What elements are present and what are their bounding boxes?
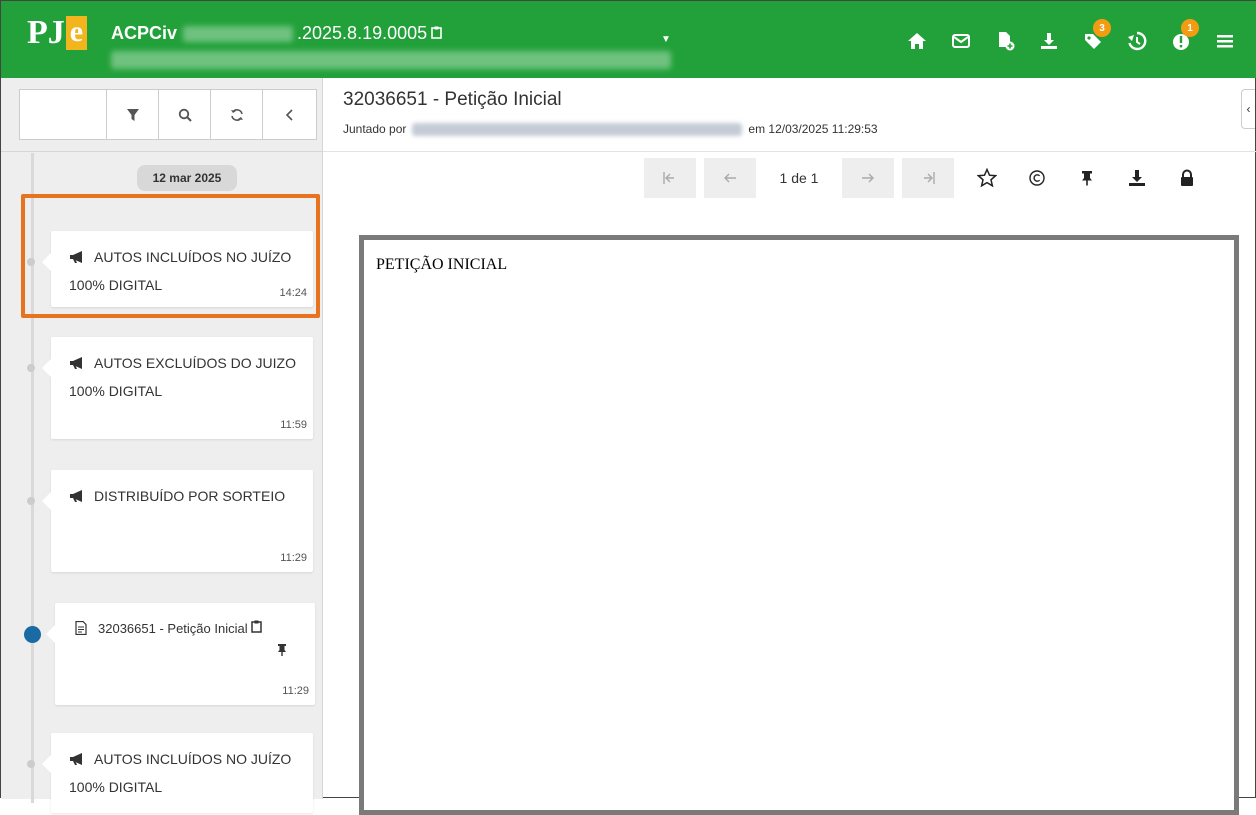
megaphone-icon [69, 352, 87, 378]
timeline-item[interactable]: DISTRIBUÍDO POR SORTEIO 11:29 [27, 470, 313, 572]
last-page-icon [924, 172, 935, 184]
timeline-item[interactable]: AUTOS INCLUÍDOS NO JUÍZO 100% DIGITAL 14… [27, 231, 313, 307]
top-bar: PJ e ACPCiv .2025.8.19.0005 ▼ 3 1 [1, 1, 1256, 78]
timeline-sidebar: 12 mar 2025 AUTOS INCLUÍDOS NO JUÍZO 100… [1, 78, 323, 813]
last-page-button[interactable] [902, 158, 954, 198]
process-header[interactable]: ACPCiv .2025.8.19.0005 [111, 23, 442, 44]
megaphone-icon [69, 748, 87, 774]
item-time: 14:24 [279, 287, 307, 299]
mail-icon[interactable] [939, 27, 983, 55]
item-time: 11:29 [282, 685, 309, 697]
date-label: 12 mar 2025 [137, 165, 237, 191]
logo-accent: e [65, 16, 87, 50]
pin-icon[interactable] [1062, 158, 1112, 198]
refresh-button[interactable] [210, 90, 262, 139]
arrow-left-icon [724, 173, 736, 183]
next-page-button[interactable] [842, 158, 894, 198]
divider [323, 151, 1256, 152]
previous-page-button[interactable] [704, 158, 756, 198]
redacted-parties [111, 51, 671, 69]
timeline-dot [27, 258, 35, 266]
filter-button[interactable] [106, 90, 158, 139]
logo-text: PJ [27, 14, 65, 51]
home-icon[interactable] [895, 27, 939, 55]
active-timeline-dot [24, 626, 41, 643]
sidebar-toolbar [19, 89, 317, 140]
megaphone-icon [69, 246, 87, 272]
timeline-dot [27, 497, 35, 505]
tag-badge: 3 [1093, 19, 1111, 37]
redacted-process-number [183, 25, 294, 42]
item-time: 11:29 [280, 552, 307, 564]
search-button[interactable] [158, 90, 210, 139]
alert-badge: 1 [1181, 19, 1199, 37]
process-number: .2025.8.19.0005 [297, 23, 428, 43]
collapse-sidebar-button[interactable] [262, 90, 316, 139]
redacted-user [412, 122, 743, 136]
arrow-right-icon [862, 173, 874, 183]
filter-icon [126, 108, 139, 121]
first-page-icon [663, 172, 674, 184]
chevron-down-icon[interactable]: ▼ [661, 34, 671, 45]
lock-icon[interactable] [1162, 158, 1212, 198]
timeline-document-item[interactable]: 32036651 - Petição Inicial 11:29 [24, 603, 315, 705]
joined-at: em 12/03/2025 11:29:53 [748, 122, 878, 136]
expand-panel-tab[interactable]: ‹ [1241, 89, 1255, 129]
refresh-icon [230, 108, 243, 121]
pje-logo[interactable]: PJ e [27, 13, 87, 53]
item-text: AUTOS INCLUÍDOS NO JUÍZO 100% DIGITAL [69, 249, 292, 293]
timeline-dot [27, 364, 35, 372]
document-viewer[interactable]: PETIÇÃO INICIAL [359, 235, 1239, 815]
document-metadata: Juntado por em 12/03/2025 11:29:53 [343, 122, 878, 136]
star-icon[interactable] [962, 158, 1012, 198]
search-input[interactable] [20, 90, 106, 139]
timeline-item[interactable]: AUTOS INCLUÍDOS NO JUÍZO 100% DIGITAL [27, 733, 313, 813]
document-heading: PETIÇÃO INICIAL [376, 256, 508, 273]
item-text: DISTRIBUÍDO POR SORTEIO [94, 488, 286, 504]
document-icon [73, 618, 91, 644]
copyright-icon[interactable] [1012, 158, 1062, 198]
download-icon[interactable] [1027, 27, 1071, 55]
timeline-dot [27, 760, 35, 768]
menu-icon[interactable] [1203, 27, 1247, 55]
download-icon[interactable] [1112, 158, 1162, 198]
chevron-left-icon [285, 108, 293, 121]
copy-icon[interactable] [250, 620, 262, 636]
item-text: AUTOS EXCLUÍDOS DO JUIZO 100% DIGITAL [69, 355, 296, 399]
alert-icon[interactable]: 1 [1159, 19, 1203, 55]
process-class: ACPCiv [111, 23, 178, 43]
item-text: AUTOS INCLUÍDOS NO JUÍZO 100% DIGITAL [69, 751, 292, 795]
first-page-button[interactable] [644, 158, 696, 198]
new-document-icon[interactable] [983, 27, 1027, 55]
page-indicator: 1 de 1 [779, 170, 819, 186]
viewer-toolbar: 1 de 1 [644, 158, 1212, 198]
megaphone-icon [69, 485, 87, 511]
pin-icon[interactable] [73, 644, 299, 659]
document-title: 32036651 - Petição Inicial [343, 89, 562, 110]
timeline-item[interactable]: AUTOS EXCLUÍDOS DO JUIZO 100% DIGITAL 11… [27, 337, 313, 439]
tag-icon[interactable]: 3 [1071, 19, 1115, 55]
timeline-line [31, 153, 34, 803]
divider [1, 151, 323, 152]
copy-icon[interactable] [431, 26, 442, 42]
item-time: 11:59 [280, 419, 307, 431]
joined-by-label: Juntado por [343, 122, 407, 136]
item-text: 32036651 - Petição Inicial [98, 621, 248, 636]
history-icon[interactable] [1115, 27, 1159, 55]
search-icon [178, 108, 192, 122]
